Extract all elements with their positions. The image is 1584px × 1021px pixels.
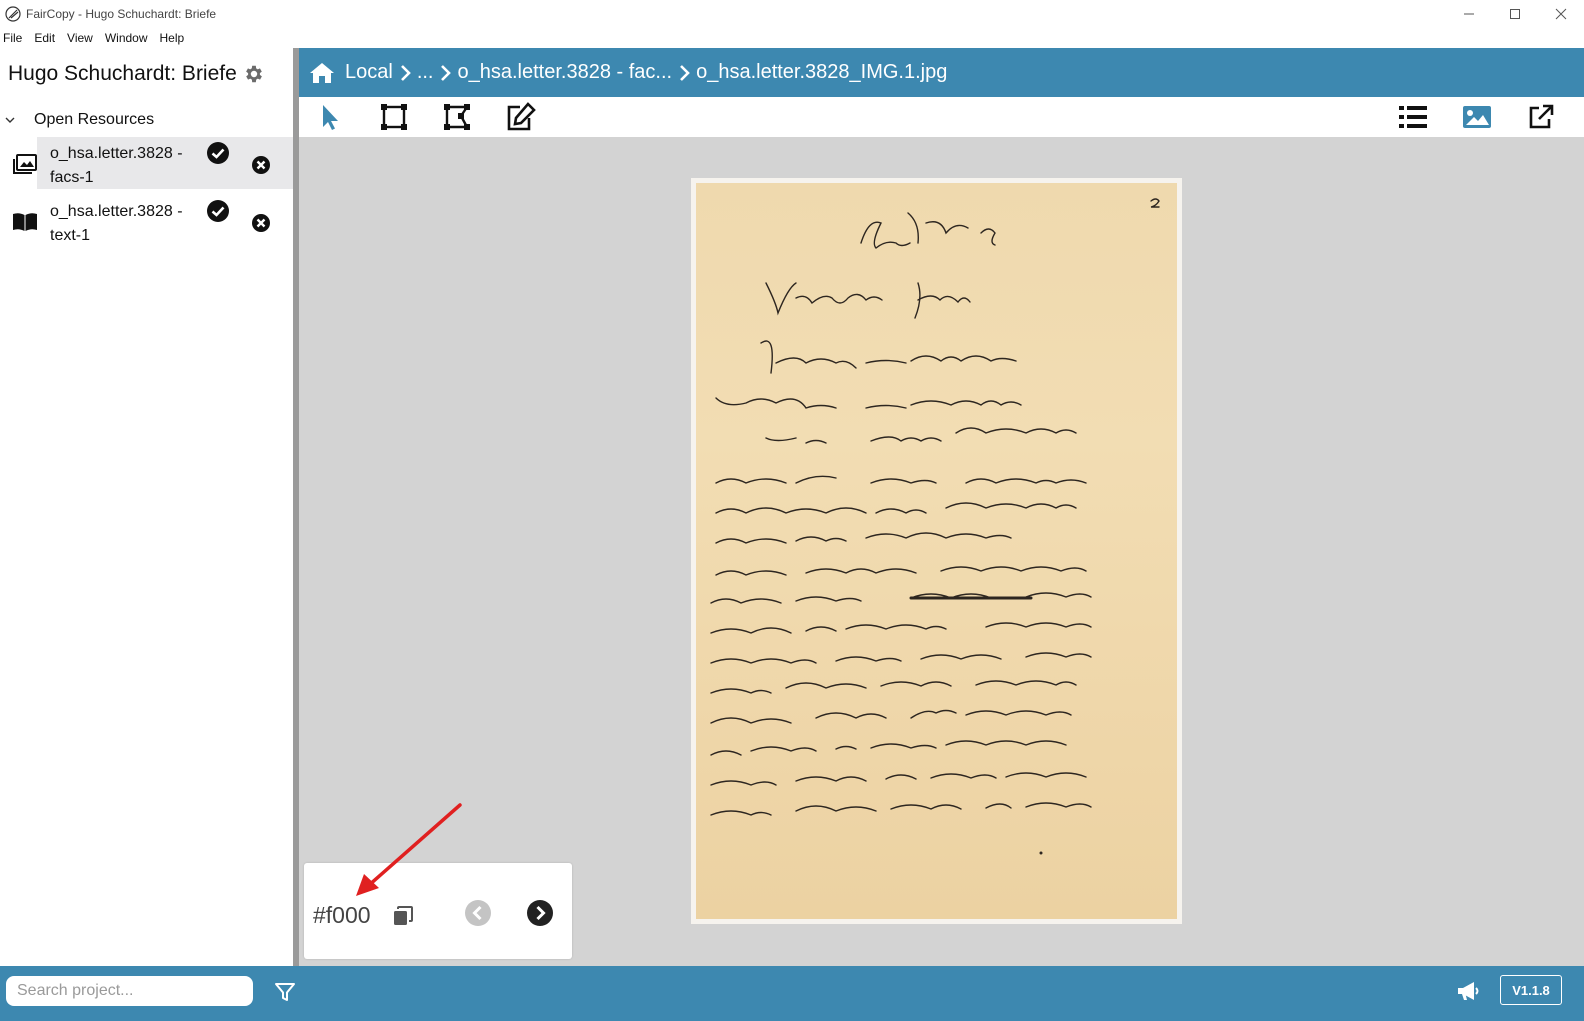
breadcrumb-resource[interactable]: o_hsa.letter.3828 - fac...	[457, 61, 672, 84]
search-input[interactable]	[6, 976, 253, 1006]
close-window-button[interactable]	[1538, 0, 1584, 27]
breadcrumb: Local ... o_hsa.letter.3828 - fac... o_h…	[299, 48, 1584, 97]
menu-edit[interactable]: Edit	[34, 31, 55, 45]
facsimile-icon	[13, 154, 37, 174]
chevron-right-icon	[680, 64, 690, 81]
window-title: FairCopy - Hugo Schuchardt: Briefe	[26, 6, 217, 21]
minimize-icon	[1464, 13, 1474, 14]
breadcrumb-image[interactable]: o_hsa.letter.3828_IMG.1.jpg	[696, 61, 947, 84]
menu-view[interactable]: View	[67, 31, 93, 45]
close-resource-icon[interactable]	[251, 155, 271, 175]
menu-bar: File Edit View Window Help	[0, 27, 1584, 48]
chevron-down-icon	[5, 117, 15, 123]
resource-label-line2: facs-1	[50, 169, 94, 186]
minimize-button[interactable]	[1446, 0, 1492, 27]
pointer-icon[interactable]	[315, 102, 347, 132]
home-icon[interactable]	[309, 61, 335, 85]
facsimile-toolbar	[299, 97, 1584, 137]
resource-label: o_hsa.letter.3828 - text-1	[50, 200, 183, 248]
polygon-zone-icon[interactable]	[441, 102, 473, 132]
letter-paper	[696, 183, 1177, 919]
menu-help[interactable]: Help	[160, 31, 185, 45]
handwriting-strokes	[710, 198, 1160, 855]
resource-label-line2: text-1	[50, 227, 91, 244]
breadcrumb-ellipsis[interactable]: ...	[417, 61, 434, 84]
resource-label-line1: o_hsa.letter.3828 -	[50, 145, 183, 162]
faircopy-logo-icon	[5, 5, 21, 22]
maximize-button[interactable]	[1492, 0, 1538, 27]
open-resources-header[interactable]: Open Resources	[0, 108, 154, 132]
facsimile-image[interactable]	[691, 178, 1182, 924]
chevron-right-icon	[441, 64, 452, 81]
project-title: Hugo Schuchardt: Briefe	[8, 62, 237, 85]
menu-file[interactable]: File	[3, 31, 22, 45]
popout-icon[interactable]	[1525, 102, 1557, 132]
window-titlebar: FairCopy - Hugo Schuchardt: Briefe	[0, 0, 1584, 27]
red-arrow-annotation	[356, 803, 462, 896]
rectangle-zone-icon[interactable]	[378, 102, 410, 132]
filter-icon[interactable]	[274, 981, 296, 1003]
resource-label: o_hsa.letter.3828 - facs-1	[50, 142, 183, 190]
check-circle-icon	[207, 142, 229, 164]
version-badge[interactable]: V1.1.8	[1500, 975, 1562, 1005]
breadcrumb-local[interactable]: Local	[345, 61, 393, 84]
close-icon	[1555, 8, 1567, 19]
resource-label-line1: o_hsa.letter.3828 -	[50, 203, 183, 220]
list-icon[interactable]	[1397, 102, 1429, 132]
open-resources-label: Open Resources	[34, 111, 155, 128]
copy-icon[interactable]	[392, 905, 414, 927]
book-icon	[13, 213, 37, 231]
megaphone-icon[interactable]	[1456, 980, 1480, 1002]
image-icon[interactable]	[1461, 102, 1493, 132]
previous-zone-icon[interactable]	[464, 899, 492, 927]
resource-item-facs[interactable]: o_hsa.letter.3828 - facs-1	[0, 137, 293, 189]
check-circle-icon	[207, 200, 229, 222]
close-resource-icon[interactable]	[251, 213, 271, 233]
maximize-icon	[1510, 8, 1520, 19]
zone-id-label: #f000	[313, 902, 371, 928]
next-zone-icon[interactable]	[526, 899, 554, 927]
resource-item-text[interactable]: o_hsa.letter.3828 - text-1	[0, 195, 293, 247]
chevron-right-icon	[400, 64, 411, 81]
gear-icon[interactable]	[243, 63, 265, 85]
menu-window[interactable]: Window	[105, 31, 148, 45]
footer-bar: V1.1.8	[0, 966, 1584, 1021]
edit-icon[interactable]	[504, 102, 536, 132]
